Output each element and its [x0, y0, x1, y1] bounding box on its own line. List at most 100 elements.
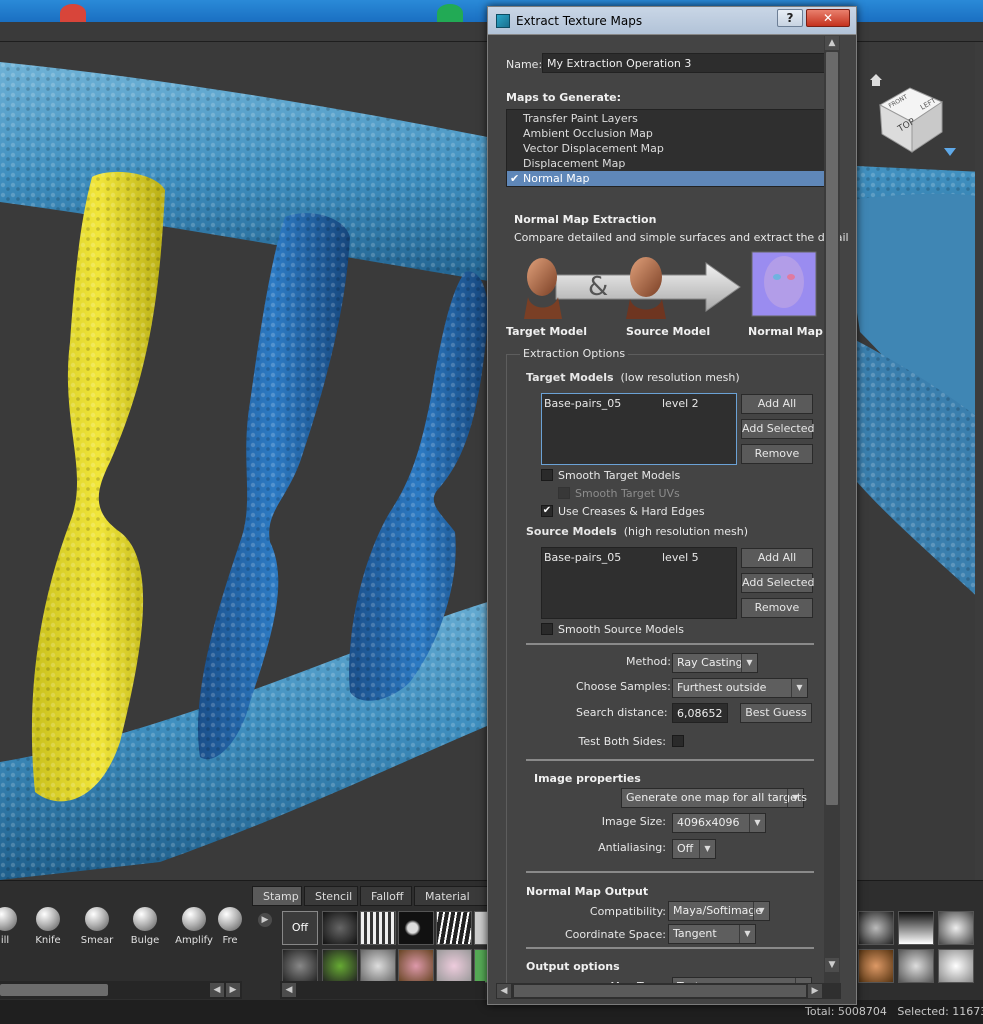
- tray-expand-icon[interactable]: ▶: [258, 913, 272, 927]
- source-remove-button[interactable]: Remove: [741, 598, 813, 618]
- stamp-tile[interactable]: [474, 949, 488, 983]
- method-dropdown[interactable]: Ray Casting ▼: [672, 653, 758, 673]
- close-button[interactable]: ✕: [806, 9, 850, 27]
- scroll-thumb[interactable]: [826, 52, 838, 805]
- coordinate-space-dropdown[interactable]: Tangent ▼: [668, 924, 756, 944]
- stamp-tile[interactable]: [858, 949, 894, 983]
- source-add-selected-button[interactable]: Add Selected: [741, 573, 814, 593]
- image-size-label: Image Size:: [601, 815, 666, 828]
- scroll-left-icon[interactable]: ◀: [210, 983, 224, 997]
- tab-stencil[interactable]: Stencil: [304, 886, 358, 906]
- scroll-thumb[interactable]: [514, 985, 806, 997]
- stamp-thumbnail-grid-right: [858, 911, 983, 983]
- compatibility-dropdown[interactable]: Maya/Softimage ▼: [668, 901, 770, 921]
- stamp-thumbnail-grid: Off: [280, 911, 490, 983]
- divider: [526, 759, 814, 761]
- samples-label: Choose Samples:: [576, 680, 671, 693]
- stamp-tile[interactable]: [360, 911, 396, 945]
- help-button[interactable]: ?: [777, 9, 803, 27]
- target-model-name[interactable]: Base-pairs_05: [544, 397, 621, 410]
- scroll-down-icon[interactable]: ▼: [825, 958, 839, 972]
- stamp-tile[interactable]: [938, 911, 974, 945]
- scroll-up-icon[interactable]: ▲: [825, 36, 839, 50]
- scroll-right-icon[interactable]: ▶: [808, 984, 822, 998]
- smooth-target-uvs-label: Smooth Target UVs: [575, 487, 680, 500]
- stamp-tile[interactable]: [322, 949, 358, 983]
- maps-to-generate-list[interactable]: Transfer Paint Layers Ambient Occlusion …: [506, 109, 831, 187]
- tool-knife[interactable]: Knife: [23, 895, 73, 946]
- test-both-sides-checkbox[interactable]: [672, 735, 684, 747]
- stamp-tile[interactable]: [474, 911, 488, 945]
- compatibility-value: Maya/Softimage: [673, 904, 763, 917]
- target-add-all-button[interactable]: Add All: [741, 394, 813, 414]
- source-add-all-button[interactable]: Add All: [741, 548, 813, 568]
- antialiasing-dropdown[interactable]: Off ▼: [672, 839, 716, 859]
- scroll-thumb[interactable]: [0, 984, 108, 996]
- viewcube-menu-icon[interactable]: [944, 148, 956, 156]
- scroll-left-icon[interactable]: ◀: [497, 984, 511, 998]
- map-item-label: Transfer Paint Layers: [523, 112, 638, 125]
- stamp-off-tile[interactable]: Off: [282, 911, 318, 945]
- stamp-tile[interactable]: [858, 911, 894, 945]
- map-item-displacement[interactable]: Displacement Map: [507, 156, 830, 171]
- target-add-selected-button[interactable]: Add Selected: [741, 419, 814, 439]
- stamp-tile[interactable]: [282, 949, 318, 983]
- tab-falloff[interactable]: Falloff: [360, 886, 412, 906]
- dialog-title-bar[interactable]: Extract Texture Maps ? ✕: [488, 7, 856, 35]
- samples-dropdown[interactable]: Furthest outside ▼: [672, 678, 808, 698]
- stamp-scrollbar[interactable]: ◀: [280, 981, 485, 999]
- tool-bulge[interactable]: Bulge: [120, 895, 170, 946]
- stamp-tile[interactable]: [898, 911, 934, 945]
- stamp-tile[interactable]: [398, 911, 434, 945]
- target-models-subtitle: (low resolution mesh): [620, 371, 740, 384]
- knife-tool-icon: [36, 907, 60, 931]
- dialog-vertical-scrollbar[interactable]: ▲ ▼: [824, 36, 840, 991]
- image-size-dropdown[interactable]: 4096x4096 ▼: [672, 813, 766, 833]
- sculpt-tools-strip: ill Knife Smear Bulge Amplify Fre: [0, 895, 245, 965]
- compatibility-label: Compatibility:: [589, 905, 666, 918]
- tools-scrollbar[interactable]: ◀ ▶: [0, 981, 242, 999]
- scroll-left-icon[interactable]: ◀: [282, 983, 296, 997]
- tab-stamp[interactable]: Stamp: [252, 886, 302, 906]
- stamp-tile[interactable]: [898, 949, 934, 983]
- map-item-vector-displacement[interactable]: Vector Displacement Map: [507, 141, 830, 156]
- scroll-right-icon[interactable]: ▶: [226, 983, 240, 997]
- map-item-transfer-paint[interactable]: Transfer Paint Layers: [507, 111, 830, 126]
- source-model-name[interactable]: Base-pairs_05: [544, 551, 621, 564]
- stamp-tile[interactable]: [938, 949, 974, 983]
- use-creases-checkbox[interactable]: ✔: [541, 505, 553, 517]
- extraction-diagram: & Target Model Source Model Normal Map: [506, 251, 823, 337]
- smooth-source-checkbox[interactable]: [541, 623, 553, 635]
- search-distance-field[interactable]: 6,08652: [672, 703, 728, 723]
- image-size-value: 4096x4096: [677, 816, 740, 829]
- app-taskbar-icon[interactable]: [437, 4, 463, 22]
- map-item-ambient-occlusion[interactable]: Ambient Occlusion Map: [507, 126, 830, 141]
- stamp-tile[interactable]: [360, 949, 396, 983]
- stamp-tile[interactable]: [436, 949, 472, 983]
- target-model-level[interactable]: level 2: [662, 397, 699, 410]
- smooth-target-checkbox[interactable]: [541, 469, 553, 481]
- generate-maps-dropdown[interactable]: Generate one map for all targets ▼: [621, 788, 807, 808]
- map-item-normal-map[interactable]: ✔ Normal Map: [507, 171, 830, 186]
- extract-texture-maps-dialog: Extract Texture Maps ? ✕ Name: My Extrac…: [487, 6, 857, 1005]
- samples-value: Furthest outside: [677, 681, 767, 694]
- target-models-list[interactable]: Base-pairs_05 level 2: [541, 393, 737, 465]
- tool-freeze[interactable]: Fre: [212, 895, 248, 946]
- stamp-tile[interactable]: [436, 911, 472, 945]
- dialog-horizontal-scrollbar[interactable]: ◀ ▶: [496, 983, 841, 999]
- extraction-options-label: Extraction Options: [520, 347, 629, 360]
- smooth-target-uvs-checkbox[interactable]: [558, 487, 570, 499]
- stamp-tile[interactable]: [398, 949, 434, 983]
- tab-material-presets[interactable]: Material Prese: [414, 886, 492, 906]
- viewcube[interactable]: TOP LEFT FRONT: [870, 70, 960, 160]
- home-icon[interactable]: [870, 74, 882, 86]
- stamp-tile[interactable]: [322, 911, 358, 945]
- target-remove-button[interactable]: Remove: [741, 444, 813, 464]
- browser-taskbar-icon[interactable]: [60, 4, 86, 22]
- source-models-list[interactable]: Base-pairs_05 level 5: [541, 547, 737, 619]
- tool-smear[interactable]: Smear: [72, 895, 122, 946]
- source-model-level[interactable]: level 5: [662, 551, 699, 564]
- target-models-heading: Target Models (low resolution mesh): [526, 371, 740, 384]
- name-field[interactable]: My Extraction Operation 3: [542, 53, 832, 73]
- best-guess-button[interactable]: Best Guess: [740, 703, 812, 723]
